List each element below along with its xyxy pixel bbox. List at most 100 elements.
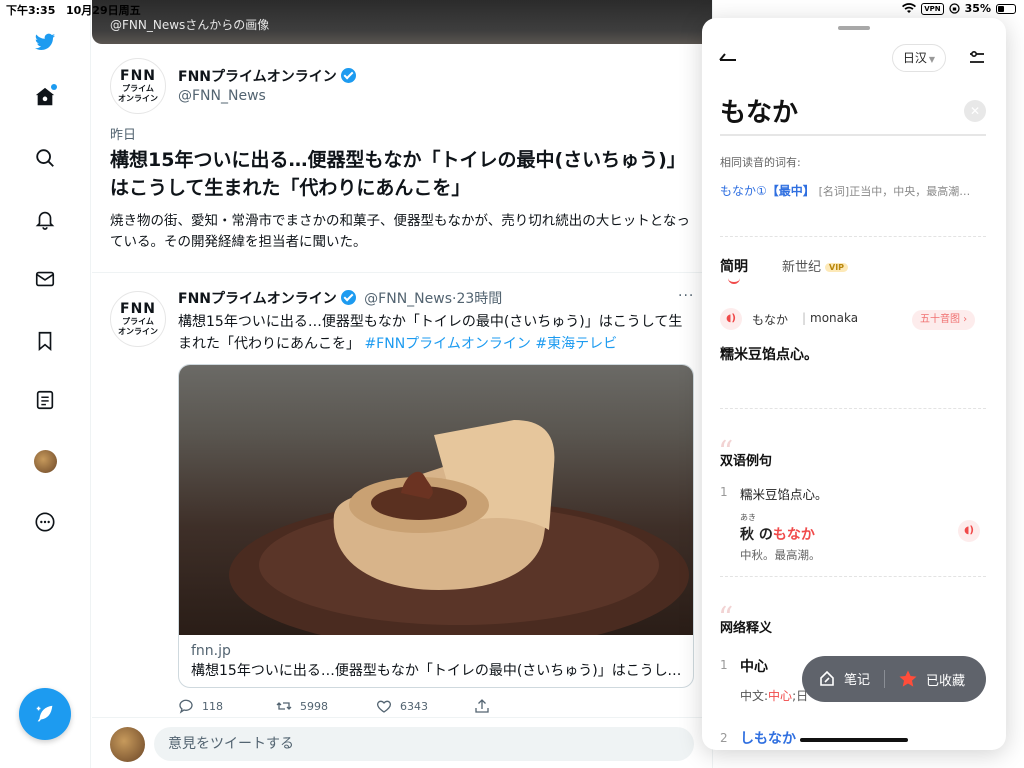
tab-simple[interactable]: 简明 (720, 256, 748, 284)
twitter-bird-icon[interactable] (33, 30, 57, 54)
reply-button[interactable]: 118 (178, 698, 223, 714)
favorite-label: 已收藏 (926, 673, 966, 689)
example-japanese: 秋 のもなか (740, 524, 815, 544)
my-avatar (110, 727, 145, 762)
same-kanji: 【最中】 (766, 184, 815, 198)
search-word[interactable]: もなか (720, 92, 798, 129)
note-icon (820, 670, 834, 686)
note-button[interactable]: 笔记 (818, 669, 870, 688)
bell-icon[interactable] (33, 207, 57, 231)
web-definition-title: 网络释义 (720, 621, 773, 636)
fnn-avatar[interactable]: FNN プライム オンライン (110, 58, 166, 114)
settings-slider-icon[interactable] (968, 50, 986, 66)
compose-tweet-button[interactable] (19, 688, 71, 740)
speaker-icon[interactable]: ◖) (720, 308, 742, 330)
example-speaker-icon[interactable]: ◖) (958, 520, 980, 542)
reply-bar: 意見をツイートする (92, 717, 712, 768)
like-count: 6343 (400, 699, 428, 713)
divider (720, 576, 986, 577)
divider (92, 272, 712, 273)
example-translation: 中秋。最高潮。 (740, 548, 821, 562)
vip-badge: VIP (825, 263, 849, 272)
reply-count: 118 (202, 699, 223, 713)
heart-icon (377, 700, 391, 713)
dictionary-panel: 日汉 ▼ もなか ✕ 相同读音的词有: もなか①【最中】 [名词]正当中，中央，最… (702, 18, 1006, 750)
reply-input[interactable]: 意見をツイートする (154, 727, 694, 761)
tweet-detail: @FNN_Newsさんからの画像 FNN プライム オンライン FNNプライムオ… (92, 0, 712, 768)
fnn-avatar-small[interactable]: FNN プライム オンライン (110, 291, 166, 347)
same-reading-label: 相同读音的词有: (720, 156, 801, 169)
favorite-button[interactable]: 已收藏 (898, 669, 965, 689)
divider (720, 408, 986, 409)
battery-percent: 35% (964, 2, 991, 15)
example-jp-pre: 秋 の (740, 527, 773, 543)
same-reading-item[interactable]: もなか①【最中】 [名词]正当中，中央，最高潮… (720, 182, 986, 199)
more-icon[interactable] (33, 510, 57, 534)
tweet-time: 昨日 (110, 128, 137, 143)
vpn-badge: VPN (921, 2, 944, 15)
logo-text-3: オンライン (118, 327, 158, 336)
clear-icon[interactable]: ✕ (964, 100, 986, 122)
screen: 下午3:35 10月29日周五 VPN 35% @FNN_Newsさんからの画像… (0, 0, 1024, 768)
pill-divider (884, 670, 885, 688)
search-icon[interactable] (33, 146, 57, 170)
language-label: 日汉 (902, 51, 927, 65)
quoted-author-row[interactable]: FNNプライムオンライン @FNN_News·23時間 (178, 288, 502, 308)
bilingual-examples-title: 双语例句 (720, 454, 773, 469)
star-icon (899, 670, 917, 687)
author-name-row[interactable]: FNNプライムオンライン (178, 66, 356, 86)
author-handle[interactable]: @FNN_News (178, 88, 266, 104)
more-options-icon[interactable]: ··· (678, 288, 694, 304)
web-def-number-1: 1 (720, 658, 728, 672)
wifi-icon (902, 3, 917, 13)
battery-icon (996, 3, 1016, 14)
tweet-headline: 構想15年ついに出る…便器型もなか「トイレの最中(さいちゅう)」はこうして生まれ… (110, 149, 686, 199)
quoted-handle-time: @FNN_News·23時間 (364, 291, 503, 307)
back-arrow-icon[interactable] (716, 48, 740, 68)
orientation-lock-icon (949, 3, 960, 14)
link-card[interactable]: fnn.jp 構想15年ついに出る…便器型もなか「トイレの最中(さいちゅう)」は… (178, 364, 694, 688)
example-number: 1 (720, 485, 728, 499)
status-date: 10月29日周五 (66, 4, 141, 17)
gojuon-chart-button[interactable]: 五十音图 › (912, 310, 976, 330)
logo-text-2: プライム (122, 84, 154, 93)
pron-romaji: monaka (810, 311, 859, 325)
web-def-word-2[interactable]: しもなか (740, 728, 796, 748)
web-def-heading: 中心 (740, 659, 768, 675)
lists-icon[interactable] (33, 388, 57, 412)
definition: 糯米豆馅点心。 (720, 347, 818, 363)
dict-tabs: 简明 新世纪 VIP (720, 256, 849, 284)
hashtags[interactable]: #FNNプライムオンライン #東海テレビ (364, 336, 617, 352)
retweet-button[interactable]: 5998 (276, 698, 328, 714)
example-chinese: 糯米豆馅点心。 (740, 487, 828, 502)
drag-handle[interactable] (838, 26, 870, 30)
pron-separator: | (802, 311, 807, 325)
web-def-sub-hl: 中心 (768, 689, 793, 703)
verified-badge-icon (340, 290, 356, 305)
language-selector[interactable]: 日汉 ▼ (892, 44, 946, 72)
notification-dot (51, 84, 57, 90)
action-pill: 笔记 已收藏 (802, 656, 986, 702)
quoted-author-name: FNNプライムオンライン (178, 291, 337, 307)
share-button[interactable] (474, 698, 490, 714)
share-icon (475, 699, 489, 713)
pronunciation-row: ◖) もなか | monaka 五十音图 › (720, 308, 986, 330)
status-time: 下午3:35 (6, 4, 56, 17)
bookmark-icon[interactable] (33, 329, 57, 353)
like-button[interactable]: 6343 (376, 698, 428, 714)
profile-avatar[interactable] (34, 450, 57, 473)
same-word: もなか (720, 184, 757, 198)
web-def-sub: 中文:中心;日 (740, 687, 808, 704)
reply-icon (179, 699, 193, 714)
card-title: 構想15年ついに出る…便器型もなか「トイレの最中(さいちゅう)」はこうして生まれ… (191, 663, 683, 679)
tab-new-century[interactable]: 新世纪 VIP (782, 256, 849, 276)
example-jp-highlight: もなか (772, 527, 815, 543)
image-caption: @FNN_Newsさんからの画像 (110, 18, 270, 32)
left-nav (0, 0, 91, 768)
search-underline (720, 134, 986, 136)
verified-badge-icon (340, 68, 356, 83)
compose-feather-icon (36, 705, 53, 722)
pron-kana: もなか (752, 313, 789, 327)
mail-icon[interactable] (33, 267, 57, 291)
card-domain: fnn.jp (191, 643, 231, 659)
